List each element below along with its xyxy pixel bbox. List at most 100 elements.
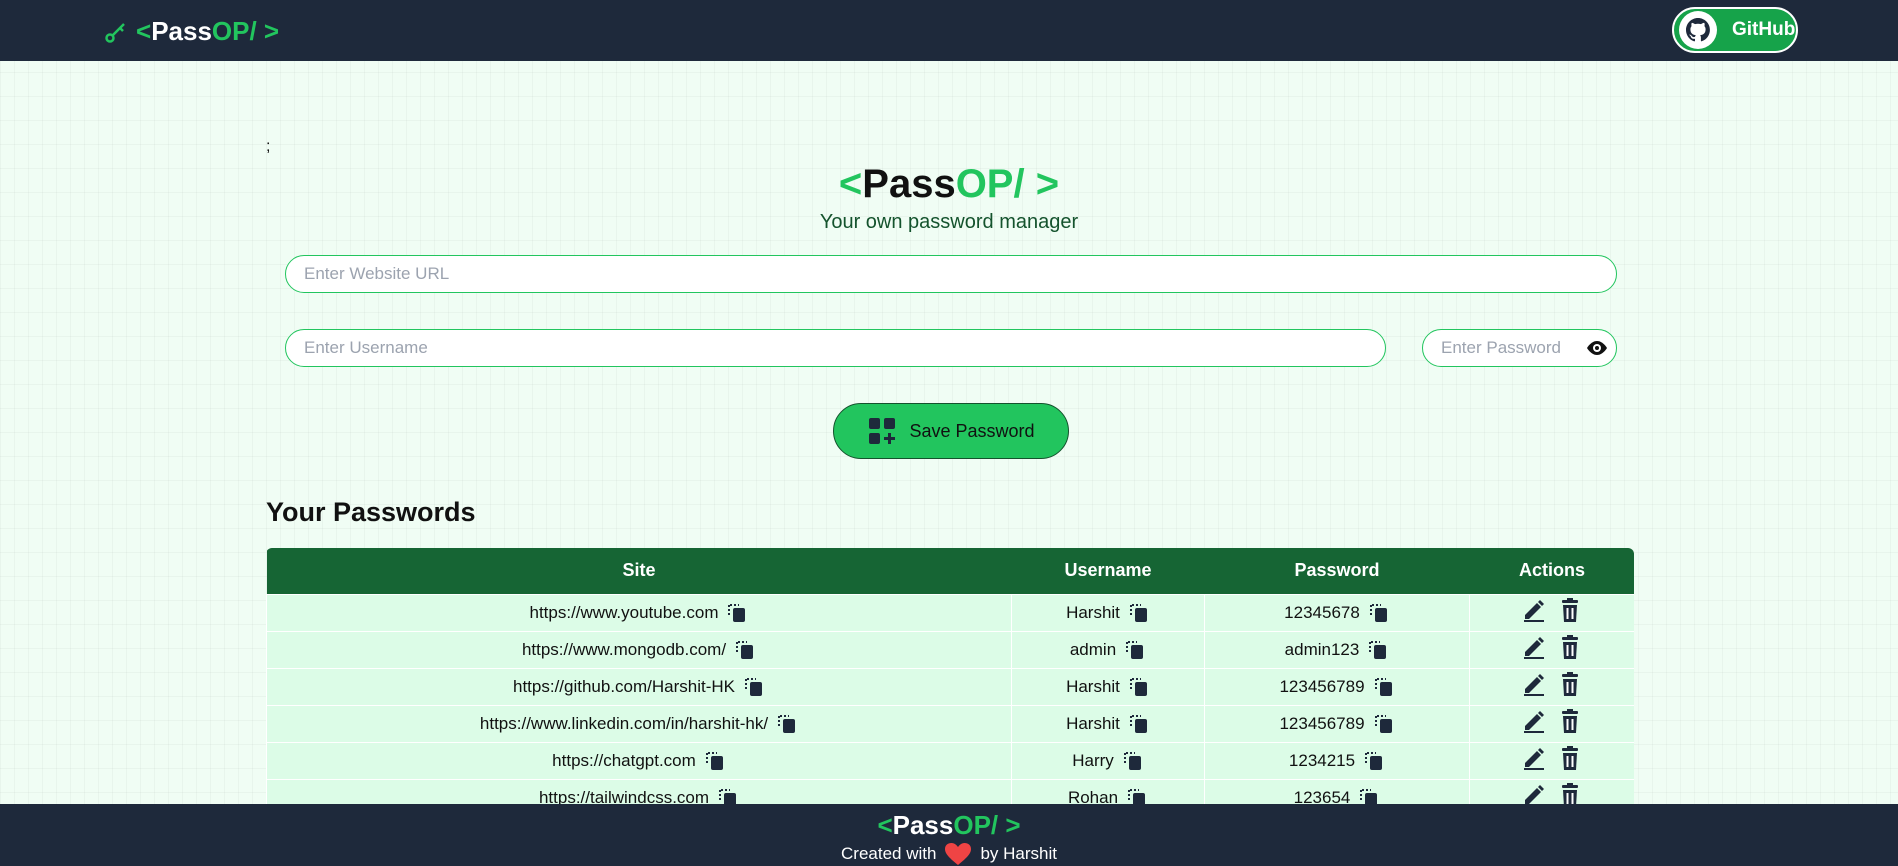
- cell-site-text: https://chatgpt.com: [552, 750, 696, 770]
- cell-username-content: admin: [1070, 639, 1146, 661]
- footer-created-with: Created with: [841, 844, 937, 863]
- cell-username-content: Harshit: [1066, 602, 1150, 624]
- cell-username-text: admin: [1069, 639, 1117, 659]
- github-button[interactable]: GitHub: [1672, 7, 1798, 53]
- footer: <PassOP/ > Created with by Harshit: [0, 804, 1898, 866]
- copy-icon[interactable]: [1128, 713, 1150, 735]
- cell-username: Harshit: [1011, 593, 1205, 632]
- cell-actions: [1469, 667, 1634, 706]
- cell-password-content: 12345678: [1284, 602, 1390, 624]
- edit-icon[interactable]: [1521, 597, 1547, 623]
- navbar-brand[interactable]: < Pass OP/ >: [104, 16, 279, 47]
- copy-icon[interactable]: [1128, 676, 1150, 698]
- cell-password-content: 1234215: [1289, 750, 1385, 772]
- cell-username: admin: [1011, 630, 1205, 669]
- cell-username: Harshit: [1011, 667, 1205, 706]
- footer-brand-op: OP/ >: [953, 810, 1021, 840]
- github-icon: [1679, 11, 1717, 49]
- password-field: [1422, 329, 1617, 367]
- copy-icon[interactable]: [1368, 602, 1390, 624]
- edit-icon[interactable]: [1521, 708, 1547, 734]
- copy-icon[interactable]: [1126, 787, 1148, 804]
- cell-username-text: Rohan: [1067, 787, 1119, 805]
- cell-site: https://www.youtube.com: [266, 593, 1012, 632]
- cell-site-text: https://www.mongodb.com/: [521, 639, 727, 659]
- header-actions: Actions: [1518, 560, 1585, 581]
- cell-username-content: Harshit: [1066, 676, 1150, 698]
- header-password: Password: [1294, 560, 1380, 581]
- brand-pass: Pass: [151, 16, 212, 46]
- navbar: < Pass OP/ > GitHub: [0, 0, 1898, 61]
- cell-actions: [1469, 704, 1634, 743]
- brand-open: <: [136, 16, 152, 46]
- copy-icon[interactable]: [1358, 787, 1380, 804]
- cell-password-text: 123654: [1293, 787, 1351, 805]
- edit-icon[interactable]: [1521, 671, 1547, 697]
- cell-actions: [1469, 593, 1634, 632]
- cell-password-content: 123456789: [1279, 713, 1394, 735]
- delete-icon[interactable]: [1557, 597, 1583, 623]
- table-row: https://github.com/Harshit-HK Harshit 1234…: [266, 667, 1634, 706]
- delete-icon[interactable]: [1557, 782, 1583, 804]
- cell-site-content: https://www.mongodb.com/: [522, 639, 756, 661]
- save-password-button[interactable]: Save Password: [833, 403, 1069, 459]
- table-header-row: Site Username Password Actions: [266, 548, 1634, 594]
- cell-site-text: https://www.linkedin.com/in/harshit-hk/: [479, 713, 769, 733]
- copy-icon[interactable]: [734, 639, 756, 661]
- add-password-icon: [869, 418, 896, 444]
- hero-subtitle: Your own password manager: [819, 211, 1079, 233]
- eye-icon[interactable]: [1585, 337, 1609, 359]
- key-icon: [105, 22, 125, 43]
- heart-icon: [945, 843, 972, 865]
- cell-username: Rohan: [1011, 778, 1205, 805]
- cell-actions: [1469, 630, 1634, 669]
- cell-username-text: Harshit: [1066, 676, 1120, 696]
- footer-by: by Harshit: [980, 844, 1057, 863]
- copy-icon[interactable]: [726, 602, 748, 624]
- cell-actions: [1469, 741, 1634, 780]
- copy-icon[interactable]: [1122, 750, 1144, 772]
- cell-username-text: Harry: [1072, 750, 1114, 770]
- copy-icon[interactable]: [1124, 639, 1146, 661]
- copy-icon[interactable]: [776, 713, 798, 735]
- copy-icon[interactable]: [1373, 676, 1395, 698]
- footer-credit: Created with by Harshit: [0, 842, 1898, 866]
- hero-title: <PassOP/ >: [0, 162, 1898, 207]
- cell-password-text: 12345678: [1284, 602, 1360, 622]
- copy-icon[interactable]: [717, 787, 739, 804]
- cell-password-content: admin123: [1285, 639, 1390, 661]
- hero-brand-op: OP/ >: [955, 162, 1060, 206]
- passwords-table: Site Username Password Actions https://w…: [266, 548, 1634, 804]
- footer-brand: <PassOP/ >: [0, 810, 1898, 841]
- cell-site: https://tailwindcss.com: [266, 778, 1012, 804]
- website-url-input[interactable]: [285, 255, 1617, 293]
- username-input[interactable]: [285, 329, 1386, 367]
- cell-password: admin123: [1204, 630, 1470, 669]
- cell-username-content: Harry: [1072, 750, 1144, 772]
- hero-brand-pass: Pass: [862, 162, 956, 206]
- copy-icon[interactable]: [743, 676, 765, 698]
- copy-icon[interactable]: [1367, 639, 1389, 661]
- copy-icon[interactable]: [1363, 750, 1385, 772]
- cell-site-text: https://github.com/Harshit-HK: [512, 676, 736, 696]
- delete-icon[interactable]: [1557, 745, 1583, 771]
- cell-username: Harry: [1011, 741, 1205, 780]
- edit-icon[interactable]: [1521, 634, 1547, 660]
- hero-brand-open: <: [838, 162, 863, 206]
- brand-op: OP/ >: [211, 16, 280, 46]
- delete-icon[interactable]: [1557, 708, 1583, 734]
- cell-password-text: 1234215: [1288, 750, 1356, 770]
- cell-site: https://github.com/Harshit-HK: [266, 667, 1012, 706]
- cell-password-text: 123456789: [1279, 713, 1365, 733]
- cell-actions: [1469, 778, 1634, 804]
- copy-icon[interactable]: [1373, 713, 1395, 735]
- cell-password-content: 123456789: [1279, 676, 1394, 698]
- edit-icon[interactable]: [1521, 745, 1547, 771]
- copy-icon[interactable]: [704, 750, 726, 772]
- cell-password-text: 123456789: [1279, 676, 1365, 696]
- delete-icon[interactable]: [1557, 671, 1583, 697]
- cell-password: 12345678: [1204, 593, 1470, 632]
- copy-icon[interactable]: [1128, 602, 1150, 624]
- delete-icon[interactable]: [1557, 634, 1583, 660]
- edit-icon[interactable]: [1521, 782, 1547, 804]
